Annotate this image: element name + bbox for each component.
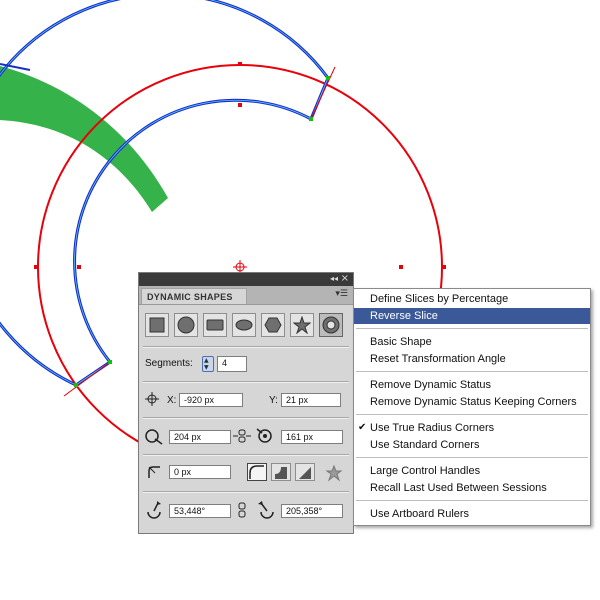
position-crosshair-icon bbox=[145, 392, 159, 406]
menu-item-standard-corners[interactable]: Use Standard Corners bbox=[354, 437, 590, 453]
shape-rectangle-button[interactable] bbox=[145, 313, 169, 337]
shape-circle-button[interactable] bbox=[174, 313, 198, 337]
shape-donut-button[interactable] bbox=[319, 313, 343, 337]
divider bbox=[143, 381, 349, 383]
menu-item-artboard-rulers[interactable]: Use Artboard Rulers bbox=[354, 506, 590, 522]
menu-item-reset-angle[interactable]: Reset Transformation Angle bbox=[354, 351, 590, 367]
stepper-down-icon[interactable]: ▼ bbox=[204, 365, 209, 371]
link-radius-icon[interactable] bbox=[233, 428, 251, 444]
menu-item-define-slices[interactable]: Define Slices by Percentage bbox=[354, 291, 590, 307]
collapse-icon[interactable]: ◂◂ bbox=[330, 274, 338, 284]
corner-inverted-button[interactable] bbox=[271, 463, 291, 481]
y-position-input[interactable]: 21 px bbox=[281, 393, 341, 407]
donut-icon bbox=[322, 316, 340, 334]
inner-radius-icon bbox=[256, 428, 272, 443]
anchor-point[interactable] bbox=[399, 265, 403, 269]
corner-radius-input[interactable]: 0 px bbox=[169, 465, 231, 479]
menu-item-true-radius[interactable]: ✔ Use True Radius Corners bbox=[354, 420, 590, 436]
hexagon-icon bbox=[264, 317, 282, 333]
divider bbox=[143, 491, 349, 493]
menu-item-reverse-slice[interactable]: Reverse Slice bbox=[354, 308, 590, 324]
menu-separator bbox=[356, 414, 588, 415]
outer-radius-icon bbox=[145, 429, 163, 445]
corner-point[interactable] bbox=[74, 383, 78, 387]
corner-point[interactable] bbox=[108, 360, 112, 364]
panel-menu-icon[interactable]: ▾☰ bbox=[335, 290, 348, 299]
anchor-point[interactable] bbox=[442, 265, 446, 269]
shape-hexagon-button[interactable] bbox=[261, 313, 285, 337]
segments-stepper[interactable]: ▲ ▼ bbox=[202, 356, 214, 372]
anchor-point[interactable] bbox=[34, 265, 38, 269]
inner-radius-input[interactable]: 161 px bbox=[281, 430, 343, 444]
menu-item-label: Use True Radius Corners bbox=[370, 422, 495, 434]
rectangle-icon bbox=[149, 317, 165, 333]
x-label: X: bbox=[167, 395, 177, 406]
rounded-rect-icon bbox=[206, 319, 224, 331]
x-position-input[interactable]: -920 px bbox=[179, 393, 243, 407]
menu-item-remove-dynamic[interactable]: Remove Dynamic Status bbox=[354, 377, 590, 393]
anchor-point[interactable] bbox=[238, 62, 242, 66]
menu-separator bbox=[356, 328, 588, 329]
circle-icon bbox=[177, 316, 195, 334]
panel-tab-row: DYNAMIC SHAPES ▾☰ bbox=[139, 286, 353, 305]
corner-round-button[interactable] bbox=[247, 463, 267, 481]
star-corner-icon[interactable] bbox=[325, 464, 343, 482]
divider bbox=[143, 417, 349, 419]
corner-style-group bbox=[247, 463, 327, 483]
menu-item-recall-sessions[interactable]: Recall Last Used Between Sessions bbox=[354, 480, 590, 496]
ellipse-icon bbox=[235, 319, 253, 331]
anchor-point[interactable] bbox=[77, 265, 81, 269]
shape-star-button[interactable] bbox=[290, 313, 314, 337]
corner-point[interactable] bbox=[326, 76, 330, 80]
menu-item-remove-dynamic-corners[interactable]: Remove Dynamic Status Keeping Corners bbox=[354, 394, 590, 410]
segments-label: Segments: bbox=[145, 358, 193, 369]
corner-radius-icon bbox=[148, 466, 160, 478]
dynamic-shapes-panel: ◂◂ × DYNAMIC SHAPES ▾☰ Segments: ▲ ▼ 4 X… bbox=[138, 272, 354, 534]
divider bbox=[143, 346, 349, 348]
outer-radius-input[interactable]: 204 px bbox=[169, 430, 231, 444]
slice-guide-line-top bbox=[310, 66, 336, 120]
menu-separator bbox=[356, 371, 588, 372]
round-corner-icon bbox=[249, 465, 264, 479]
menu-separator bbox=[356, 500, 588, 501]
panel-flyout-menu: Define Slices by Percentage Reverse Slic… bbox=[353, 288, 591, 526]
shape-ellipse-button[interactable] bbox=[232, 313, 256, 337]
chamfer-corner-icon bbox=[299, 467, 311, 479]
end-angle-input[interactable]: 205,358° bbox=[281, 504, 343, 518]
panel-tab-dynamic-shapes[interactable]: DYNAMIC SHAPES bbox=[141, 288, 247, 304]
segments-input[interactable]: 4 bbox=[217, 356, 247, 372]
checkmark-icon: ✔ bbox=[358, 422, 367, 433]
menu-item-large-handles[interactable]: Large Control Handles bbox=[354, 463, 590, 479]
corner-point[interactable] bbox=[309, 117, 313, 121]
menu-separator bbox=[356, 457, 588, 458]
close-icon[interactable]: × bbox=[341, 273, 349, 285]
y-label: Y: bbox=[269, 395, 278, 406]
end-angle-icon bbox=[258, 501, 274, 519]
anchor-point[interactable] bbox=[238, 103, 242, 107]
link-angle-icon[interactable] bbox=[236, 502, 248, 518]
start-angle-icon bbox=[147, 501, 161, 519]
divider bbox=[143, 454, 349, 456]
shape-rounded-rect-button[interactable] bbox=[203, 313, 227, 337]
start-angle-input[interactable]: 53,448° bbox=[169, 504, 231, 518]
panel-titlebar[interactable]: ◂◂ × bbox=[139, 273, 353, 286]
corner-chamfer-button[interactable] bbox=[295, 463, 315, 481]
star-icon bbox=[293, 316, 311, 334]
menu-item-basic-shape[interactable]: Basic Shape bbox=[354, 334, 590, 350]
inverted-corner-icon bbox=[275, 467, 287, 479]
